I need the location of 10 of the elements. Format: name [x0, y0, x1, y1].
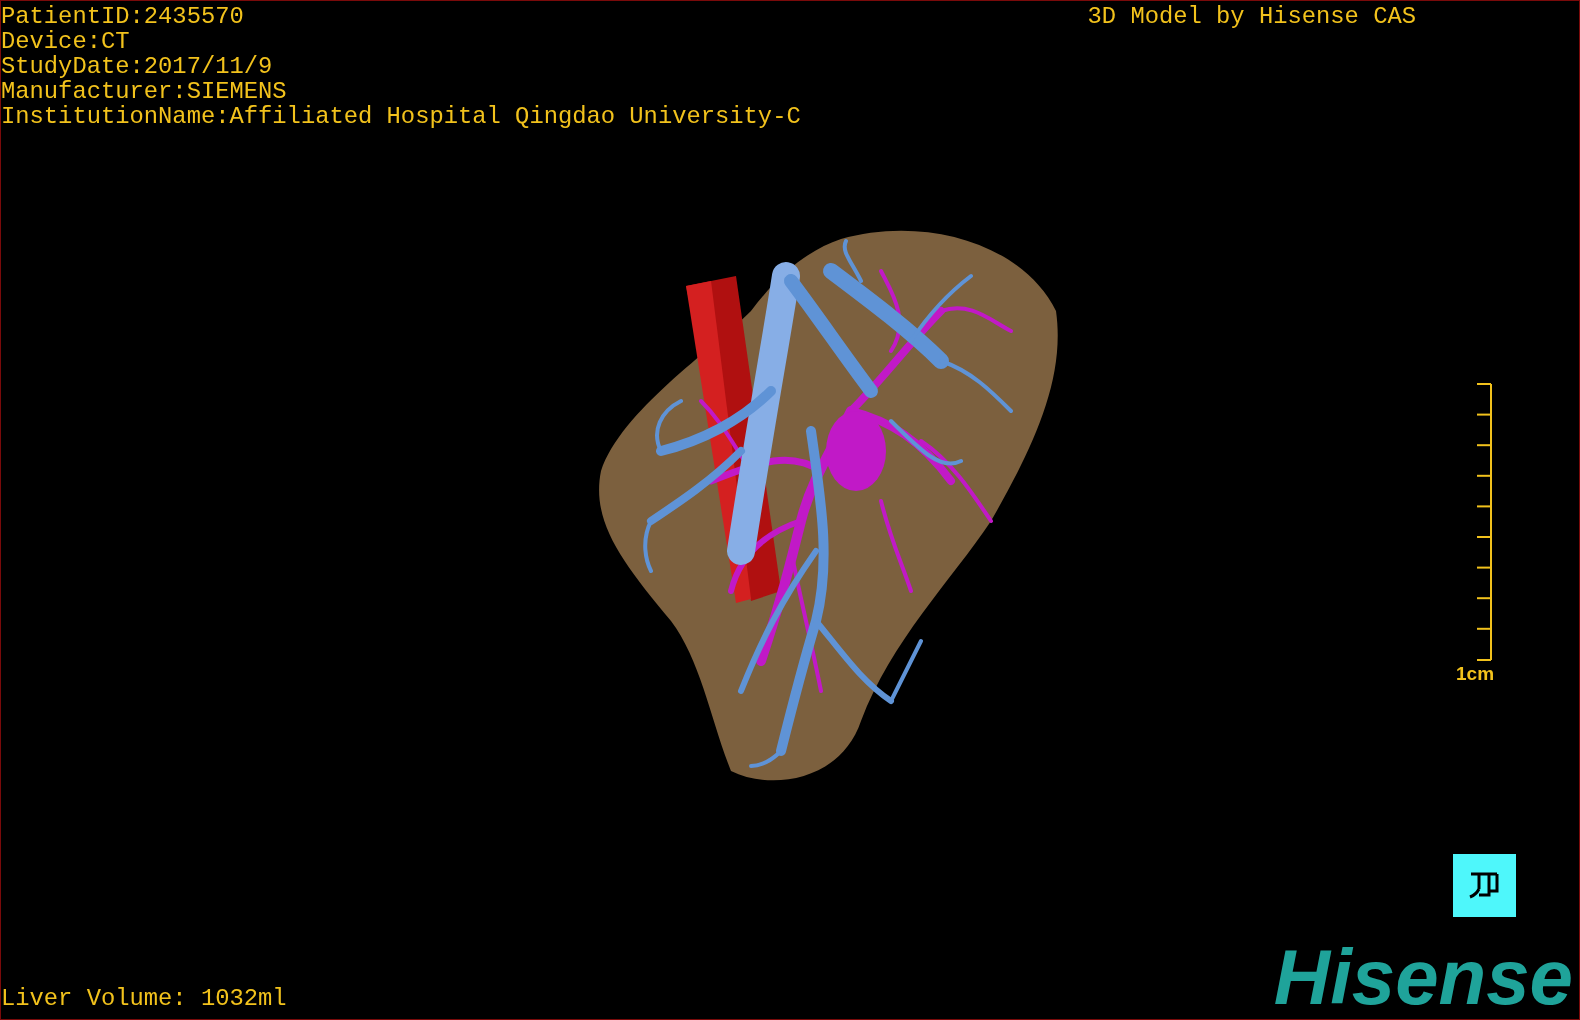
brand-logo: Hisense [1273, 945, 1573, 1009]
liver-volume-text: Liver Volume: 1032ml [1, 986, 287, 1011]
scale-label: 1cm [1456, 664, 1495, 684]
study-info-line: PatientID:2435570 [1, 4, 245, 29]
model-credit-text: 3D Model by Hisense CAS [1087, 4, 1416, 29]
study-info-line: Manufacturer:SIEMENS [1, 79, 288, 104]
study-info-line: Device:CT [1, 29, 131, 54]
study-info-line: InstitutionName:Affiliated Hospital Qingdao University-C [1, 104, 801, 129]
orientation-marker-icon[interactable] [1453, 854, 1516, 917]
study-info-line: StudyDate:2017/11/9 [1, 54, 274, 79]
